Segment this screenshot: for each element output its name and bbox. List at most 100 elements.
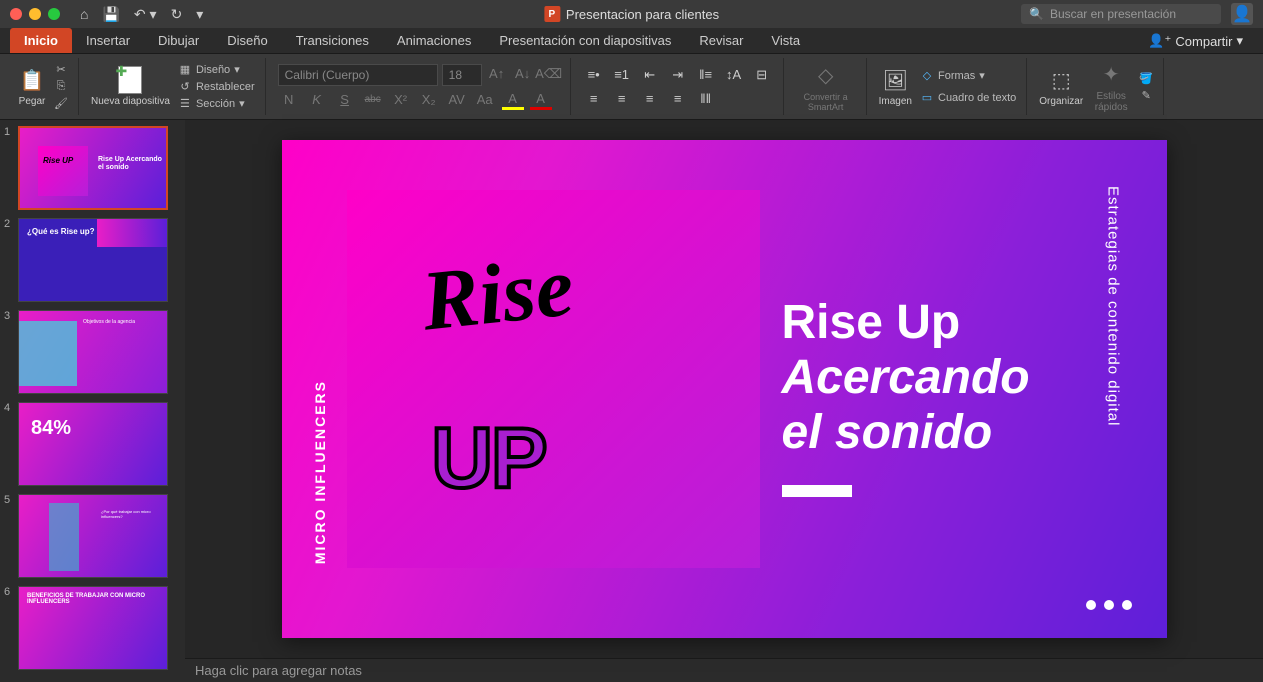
section-button[interactable]: ☰Sección ▾ (178, 97, 255, 111)
char-spacing-button[interactable]: AV (446, 90, 468, 110)
increase-font-button[interactable]: A↑ (486, 64, 508, 84)
clear-format-button[interactable]: A⌫ (538, 64, 560, 84)
undo-icon[interactable]: ↶ ▾ (134, 6, 157, 23)
minimize-window-button[interactable] (29, 8, 41, 20)
paragraph-group: ≡• ≡1 ⇤ ⇥ ‖≡ ↕A ⊟ ≡ ≡ ≡ ≡ ‖‖ (573, 58, 784, 115)
new-slide-icon: ✚ (118, 66, 142, 94)
tab-presentacion[interactable]: Presentación con diapositivas (485, 28, 685, 53)
ribbon: 📋 Pegar ✂ ⎘ 🖌 ✚ Nueva diapositiva ▦Diseñ… (0, 54, 1263, 120)
quick-styles-button[interactable]: ✦ Estilos rápidos (1091, 61, 1131, 113)
quick-styles-icon: ✦ (1097, 61, 1125, 89)
font-group: Calibri (Cuerpo) 18 A↑ A↓ A⌫ N K S abc X… (268, 58, 571, 115)
new-slide-button[interactable]: ✚ Nueva diapositiva (91, 66, 170, 107)
reset-button[interactable]: ↺Restablecer (178, 80, 255, 94)
image-button[interactable]: 🖼 Imagen (879, 66, 912, 107)
slide-thumbnail-3[interactable]: Objetivos de la agencia (18, 310, 168, 394)
slide-side-text: MICRO INFLUENCERS (312, 380, 328, 564)
arrange-icon: ⬚ (1047, 66, 1075, 94)
thumb-number: 6 (4, 586, 14, 598)
slide-thumbnail-1[interactable]: Rise Up Acercando el sonido (18, 126, 168, 210)
bold-button[interactable]: N (278, 90, 300, 110)
slide-thumbnail-6[interactable]: BENEFICIOS DE TRABAJAR CON MICRO INFLUEN… (18, 586, 168, 670)
thumb-number: 2 (4, 218, 14, 230)
decrease-indent-button[interactable]: ⇤ (639, 65, 661, 85)
font-name-select[interactable]: Calibri (Cuerpo) (278, 64, 438, 86)
layout-button[interactable]: ▦Diseño ▾ (178, 63, 255, 77)
save-icon[interactable]: 💾 (102, 6, 119, 23)
notes-pane[interactable]: Haga clic para agregar notas (185, 658, 1263, 682)
titlebar: ⌂ 💾 ↶ ▾ ↻ ▾ P Presentacion para clientes… (0, 0, 1263, 28)
maximize-window-button[interactable] (48, 8, 60, 20)
line-spacing-button[interactable]: ‖≡ (695, 65, 717, 85)
font-color-button[interactable]: A (530, 90, 552, 110)
share-button[interactable]: 👤⁺ Compartir ▾ (1138, 29, 1253, 53)
current-slide[interactable]: MICRO INFLUENCERS Estrategias de conteni… (282, 140, 1167, 638)
ribbon-tabs: Inicio Insertar Dibujar Diseño Transicio… (0, 28, 1263, 54)
slides-group: ✚ Nueva diapositiva ▦Diseño ▾ ↺Restablec… (81, 58, 266, 115)
brush-icon: 🖌 (54, 97, 68, 111)
arrange-button[interactable]: ⬚ Organizar (1039, 66, 1083, 107)
strike-button[interactable]: abc (362, 90, 384, 110)
subscript-button[interactable]: X₂ (418, 90, 440, 110)
tab-revisar[interactable]: Revisar (685, 28, 757, 53)
text-direction-button[interactable]: ↕A (723, 65, 745, 85)
share-icon: 👤⁺ (1148, 33, 1171, 49)
bullets-button[interactable]: ≡• (583, 65, 605, 85)
italic-button[interactable]: K (306, 90, 328, 110)
outline-icon: ✎ (1139, 88, 1153, 102)
paste-button[interactable]: 📋 Pegar (18, 66, 46, 107)
slide-dots-icon (1086, 600, 1132, 610)
decrease-font-button[interactable]: A↓ (512, 64, 534, 84)
tab-insertar[interactable]: Insertar (72, 28, 144, 53)
align-center-button[interactable]: ≡ (611, 89, 633, 109)
change-case-button[interactable]: Aa (474, 90, 496, 110)
slide-underline-bar (782, 485, 852, 497)
align-text-button[interactable]: ⊟ (751, 65, 773, 85)
slide-thumbnail-5[interactable]: ¿Por qué trabajar con micro influencers? (18, 494, 168, 578)
close-window-button[interactable] (10, 8, 22, 20)
superscript-button[interactable]: X² (390, 90, 412, 110)
columns-button[interactable]: ‖‖ (695, 89, 717, 109)
shape-outline-button[interactable]: ✎ (1139, 88, 1153, 102)
convert-smartart-button[interactable]: ◇ Convertir a SmartArt (796, 62, 856, 112)
image-icon: 🖼 (881, 66, 909, 94)
document-title: P Presentacion para clientes (544, 6, 719, 22)
numbering-button[interactable]: ≡1 (611, 65, 633, 85)
slide-thumbnail-2[interactable]: ¿Qué es Rise up? (18, 218, 168, 302)
textbox-button[interactable]: ▭ Cuadro de texto (920, 91, 1016, 105)
slide-right-text: Estrategias de contenido digital (1105, 186, 1122, 426)
format-painter-button[interactable]: 🖌 (54, 97, 68, 111)
increase-indent-button[interactable]: ⇥ (667, 65, 689, 85)
tab-vista[interactable]: Vista (757, 28, 814, 53)
clipboard-group: 📋 Pegar ✂ ⎘ 🖌 (8, 58, 79, 115)
underline-button[interactable]: S (334, 90, 356, 110)
highlight-button[interactable]: A (502, 90, 524, 110)
copy-button[interactable]: ⎘ (54, 80, 68, 94)
search-input[interactable]: 🔍 Buscar en presentación (1021, 4, 1221, 24)
home-icon[interactable]: ⌂ (80, 6, 88, 22)
shape-fill-button[interactable]: 🪣 (1139, 71, 1153, 85)
thumb-number: 1 (4, 126, 14, 138)
justify-button[interactable]: ≡ (667, 89, 689, 109)
qat-customize-icon[interactable]: ▾ (196, 6, 203, 23)
redo-icon[interactable]: ↻ (171, 6, 183, 23)
slide-thumbnails-panel[interactable]: 1 Rise Up Acercando el sonido 2 ¿Qué es … (0, 120, 185, 676)
smartart-group: ◇ Convertir a SmartArt (786, 58, 867, 115)
chevron-down-icon: ▾ (1236, 33, 1243, 49)
align-right-button[interactable]: ≡ (639, 89, 661, 109)
tab-diseno[interactable]: Diseño (213, 28, 281, 53)
shapes-button[interactable]: ◇ Formas ▾ (920, 69, 1016, 83)
slide-stage[interactable]: MICRO INFLUENCERS Estrategias de conteni… (185, 120, 1263, 658)
slide-thumbnail-4[interactable]: 84% (18, 402, 168, 486)
font-size-select[interactable]: 18 (442, 64, 482, 86)
tab-dibujar[interactable]: Dibujar (144, 28, 213, 53)
thumb-number: 5 (4, 494, 14, 506)
thumb-number: 4 (4, 402, 14, 414)
tab-inicio[interactable]: Inicio (10, 28, 72, 53)
align-left-button[interactable]: ≡ (583, 89, 605, 109)
cut-button[interactable]: ✂ (54, 63, 68, 77)
slide-logo-rise: Rise (417, 237, 578, 350)
tab-animaciones[interactable]: Animaciones (383, 28, 485, 53)
tab-transiciones[interactable]: Transiciones (282, 28, 383, 53)
user-account-button[interactable]: 👤 (1231, 3, 1253, 25)
